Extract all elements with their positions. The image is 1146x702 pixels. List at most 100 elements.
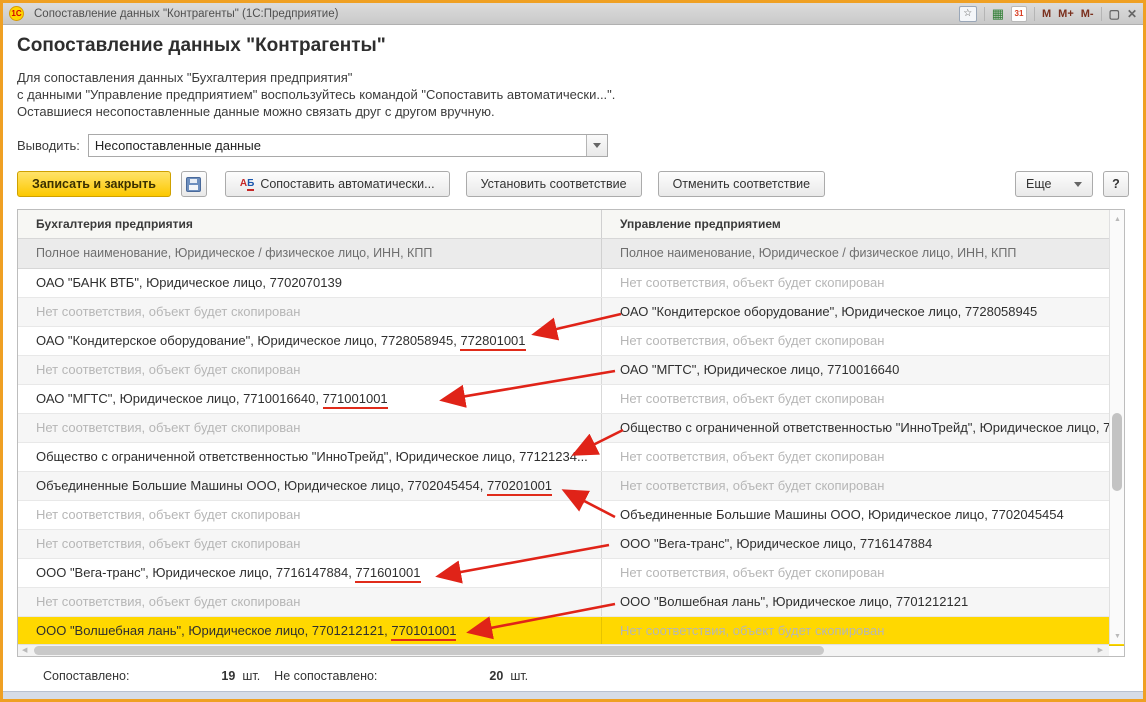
table-cell-left[interactable]: Нет соответствия, объект будет скопирова… <box>18 414 601 442</box>
description: Для сопоставления данных "Бухгалтерия пр… <box>17 69 1129 120</box>
window-title: Сопоставление данных "Контрагенты" (1С:П… <box>34 7 339 20</box>
memory-m-minus-button[interactable]: M- <box>1081 6 1094 22</box>
table-cell-right[interactable]: Нет соответствия, объект будет скопирова… <box>601 617 1124 645</box>
maximize-icon[interactable]: ▢ <box>1109 6 1120 22</box>
no-match-text: Нет соответствия, объект будет скопирова… <box>620 391 885 406</box>
table-row[interactable]: Нет соответствия, объект будет скопирова… <box>18 414 1124 443</box>
column-header-management[interactable]: Управление предприятием <box>601 210 1124 238</box>
table-cell-left[interactable]: Объединенные Большие Машины ООО, Юридиче… <box>18 472 601 500</box>
combo-dropdown-button[interactable] <box>585 135 607 156</box>
table-cell-left[interactable]: ОАО "БАНК ВТБ", Юридическое лицо, 770207… <box>18 269 601 297</box>
save-and-close-button[interactable]: Записать и закрыть <box>17 171 171 197</box>
no-match-text: Нет соответствия, объект будет скопирова… <box>620 478 885 493</box>
table-cell-right[interactable]: ООО "Вега-транс", Юридическое лицо, 7716… <box>601 530 1124 558</box>
table-cell-right[interactable]: Нет соответствия, объект будет скопирова… <box>601 269 1124 297</box>
table-cell-left[interactable]: Нет соответствия, объект будет скопирова… <box>18 588 601 616</box>
table-row[interactable]: ОАО "МГТС", Юридическое лицо, 7710016640… <box>18 385 1124 414</box>
app-window: 1С Сопоставление данных "Контрагенты" (1… <box>0 0 1146 702</box>
entity-text: ОАО "БАНК ВТБ", Юридическое лицо, 770207… <box>36 275 342 290</box>
page-title: Сопоставление данных "Контрагенты" <box>17 35 386 56</box>
entity-text: Общество с ограниченной ответственностью… <box>620 420 1124 435</box>
calendar-icon[interactable]: 31 <box>1011 5 1027 22</box>
filter-label: Выводить: <box>17 138 80 153</box>
favorites-icon[interactable]: ☆ <box>958 5 977 22</box>
table-cell-left[interactable]: Общество с ограниченной ответственностью… <box>18 443 601 471</box>
table-cell-right[interactable]: Нет соответствия, объект будет скопирова… <box>601 559 1124 587</box>
table-cell-right[interactable]: ОАО "Кондитерское оборудование", Юридиче… <box>601 298 1124 326</box>
table-cell-left[interactable]: Нет соответствия, объект будет скопирова… <box>18 298 601 326</box>
table-row[interactable]: Нет соответствия, объект будет скопирова… <box>18 588 1124 617</box>
auto-match-label: Сопоставить автоматически... <box>260 177 435 191</box>
vertical-scroll-thumb[interactable] <box>1112 413 1122 491</box>
table-row[interactable]: ОАО "БАНК ВТБ", Юридическое лицо, 770207… <box>18 269 1124 298</box>
chevron-down-icon <box>592 143 601 148</box>
horizontal-scroll-thumb[interactable] <box>34 646 824 655</box>
scroll-up-icon[interactable]: ▲ <box>1114 216 1121 223</box>
table-row[interactable]: ОАО "Кондитерское оборудование", Юридиче… <box>18 327 1124 356</box>
scroll-left-icon[interactable]: ◀ <box>22 646 27 654</box>
table-cell-right[interactable]: ОАО "МГТС", Юридическое лицо, 7710016640 <box>601 356 1124 384</box>
kpp-underlined-value: 770101001 <box>391 623 457 641</box>
no-match-text: Нет соответствия, объект будет скопирова… <box>36 594 301 609</box>
calculator-icon[interactable]: ▦ <box>992 6 1004 22</box>
table-cell-left[interactable]: Нет соответствия, объект будет скопирова… <box>18 501 601 529</box>
kpp-underlined-value: 770201001 <box>486 478 553 496</box>
table-row[interactable]: Нет соответствия, объект будет скопирова… <box>18 298 1124 327</box>
table-row[interactable]: ООО "Вега-транс", Юридическое лицо, 7716… <box>18 559 1124 588</box>
subheader-left: Полное наименование, Юридическое / физич… <box>36 246 433 260</box>
table-cell-right[interactable]: Нет соответствия, объект будет скопирова… <box>601 472 1124 500</box>
table-cell-left[interactable]: ОАО "МГТС", Юридическое лицо, 7710016640… <box>18 385 601 413</box>
entity-text: ООО "Вега-транс", Юридическое лицо, 7716… <box>36 565 356 580</box>
no-match-text: Нет соответствия, объект будет скопирова… <box>620 333 885 348</box>
entity-text: ОАО "Кондитерское оборудование", Юридиче… <box>620 304 1038 319</box>
1c-logo-icon: 1С <box>9 6 24 21</box>
scroll-right-icon[interactable]: ▶ <box>1098 646 1103 654</box>
horizontal-scrollbar[interactable]: ◀ ▶ <box>18 644 1109 656</box>
memory-m-plus-button[interactable]: M+ <box>1058 6 1074 22</box>
table-cell-right[interactable]: Объединенные Большие Машины ООО, Юридиче… <box>601 501 1124 529</box>
content-area: Сопоставление данных "Контрагенты" Для с… <box>3 35 1143 683</box>
auto-match-button[interactable]: АБ Сопоставить автоматически... <box>224 171 450 197</box>
no-match-text: Нет соответствия, объект будет скопирова… <box>36 507 301 522</box>
table-cell-right[interactable]: Нет соответствия, объект будет скопирова… <box>601 385 1124 413</box>
column-header-accounting[interactable]: Бухгалтерия предприятия <box>18 210 601 238</box>
table-cell-right[interactable]: Нет соответствия, объект будет скопирова… <box>601 443 1124 471</box>
cancel-match-button[interactable]: Отменить соответствие <box>657 171 826 197</box>
help-button[interactable]: ? <box>1103 171 1129 197</box>
set-match-button[interactable]: Установить соответствие <box>465 171 642 197</box>
close-icon[interactable]: ✕ <box>1127 6 1137 22</box>
table-cell-left[interactable]: Нет соответствия, объект будет скопирова… <box>18 530 601 558</box>
vertical-scrollbar[interactable]: ▲ ▼ <box>1109 210 1124 644</box>
table-row[interactable]: Нет соответствия, объект будет скопирова… <box>18 356 1124 385</box>
scroll-down-icon[interactable]: ▼ <box>1114 633 1121 640</box>
table-row[interactable]: Нет соответствия, объект будет скопирова… <box>18 501 1124 530</box>
title-bar: 1С Сопоставление данных "Контрагенты" (1… <box>3 3 1143 25</box>
table-cell-right[interactable]: Общество с ограниченной ответственностью… <box>601 414 1124 442</box>
no-match-text: Нет соответствия, объект будет скопирова… <box>620 623 885 638</box>
titlebar-separator <box>983 6 985 21</box>
save-button[interactable] <box>180 171 207 197</box>
unmatched-value: 20 <box>489 669 504 683</box>
no-match-text: Нет соответствия, объект будет скопирова… <box>36 536 301 551</box>
more-button[interactable]: Еще <box>1015 171 1093 197</box>
description-line: Для сопоставления данных "Бухгалтерия пр… <box>17 70 353 85</box>
table-cell-left[interactable]: ОАО "Кондитерское оборудование", Юридиче… <box>18 327 601 355</box>
matching-table: Бухгалтерия предприятия Управление предп… <box>17 209 1125 657</box>
table-row[interactable]: ООО "Волшебная лань", Юридическое лицо, … <box>18 617 1124 646</box>
kpp-underlined-value: 772801001 <box>460 333 526 351</box>
more-label: Еще <box>1026 177 1052 191</box>
display-mode-value: Несопоставленные данные <box>94 138 261 153</box>
toolbar: Записать и закрыть АБ Сопоставить автома… <box>17 171 1129 197</box>
entity-text: ОАО "Кондитерское оборудование", Юридиче… <box>36 333 461 348</box>
table-row[interactable]: Общество с ограниченной ответственностью… <box>18 443 1124 472</box>
table-cell-left[interactable]: Нет соответствия, объект будет скопирова… <box>18 356 601 384</box>
table-row[interactable]: Объединенные Большие Машины ООО, Юридиче… <box>18 472 1124 501</box>
table-cell-left[interactable]: ООО "Вега-транс", Юридическое лицо, 7716… <box>18 559 601 587</box>
table-row[interactable]: Нет соответствия, объект будет скопирова… <box>18 530 1124 559</box>
table-cell-left[interactable]: ООО "Волшебная лань", Юридическое лицо, … <box>18 617 601 645</box>
entity-text: ООО "Вега-транс", Юридическое лицо, 7716… <box>620 536 933 551</box>
memory-m-button[interactable]: M <box>1042 6 1051 22</box>
table-cell-right[interactable]: Нет соответствия, объект будет скопирова… <box>601 327 1124 355</box>
table-cell-right[interactable]: ООО "Волшебная лань", Юридическое лицо, … <box>601 588 1124 616</box>
display-mode-select[interactable]: Несопоставленные данные <box>87 134 608 157</box>
